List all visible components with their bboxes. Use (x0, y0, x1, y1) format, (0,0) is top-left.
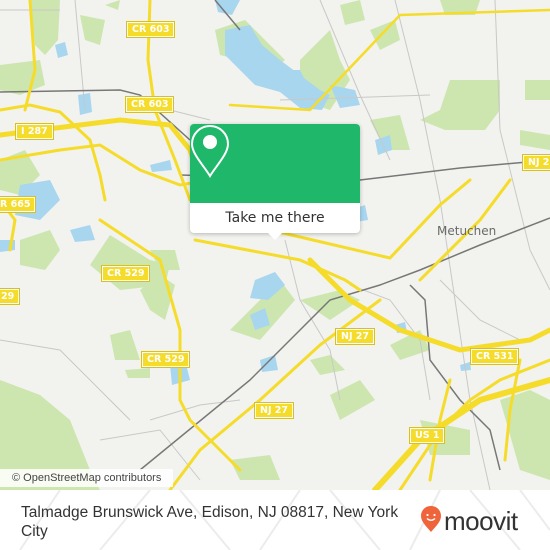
map-view[interactable]: Metuchen CR 603 CR 603 I 287 CR 665 NJ 2… (0, 0, 550, 490)
road-shield-cr603: CR 603 (124, 96, 175, 113)
road-shield-us1: US 1 (408, 427, 446, 444)
moovit-logo[interactable]: moovit (420, 505, 518, 537)
take-me-there-button[interactable]: Take me there (190, 203, 360, 233)
footer: Talmadge Brunswick Ave, Edison, NJ 08817… (0, 490, 550, 550)
road-shield-i287: I 287 (15, 123, 54, 140)
place-label-metuchen: Metuchen (437, 224, 497, 238)
road-shield-nj27: NJ 27 (334, 328, 376, 345)
road-shield-cr529: CR 529 (140, 351, 191, 368)
popup-header (190, 124, 360, 203)
brand-name: moovit (444, 506, 518, 536)
road-shield-nj27: NJ 27 (253, 402, 295, 419)
address-text: Talmadge Brunswick Ave, Edison, NJ 08817… (21, 504, 399, 540)
popup-pointer (267, 232, 283, 240)
road-shield-cr529: CR 529 (100, 265, 151, 282)
road-shield-cr531: CR 531 (469, 348, 520, 365)
road-shield-cr603: CR 603 (125, 21, 176, 38)
location-popup: Take me there (190, 124, 360, 240)
moovit-pin-icon (420, 505, 442, 537)
road-shield-cr665: CR 665 (0, 196, 37, 213)
road-shield-cr529: 29 (0, 288, 21, 305)
map-attribution[interactable]: © OpenStreetMap contributors (0, 469, 174, 487)
road-shield-nj27: NJ 27 (521, 154, 550, 171)
